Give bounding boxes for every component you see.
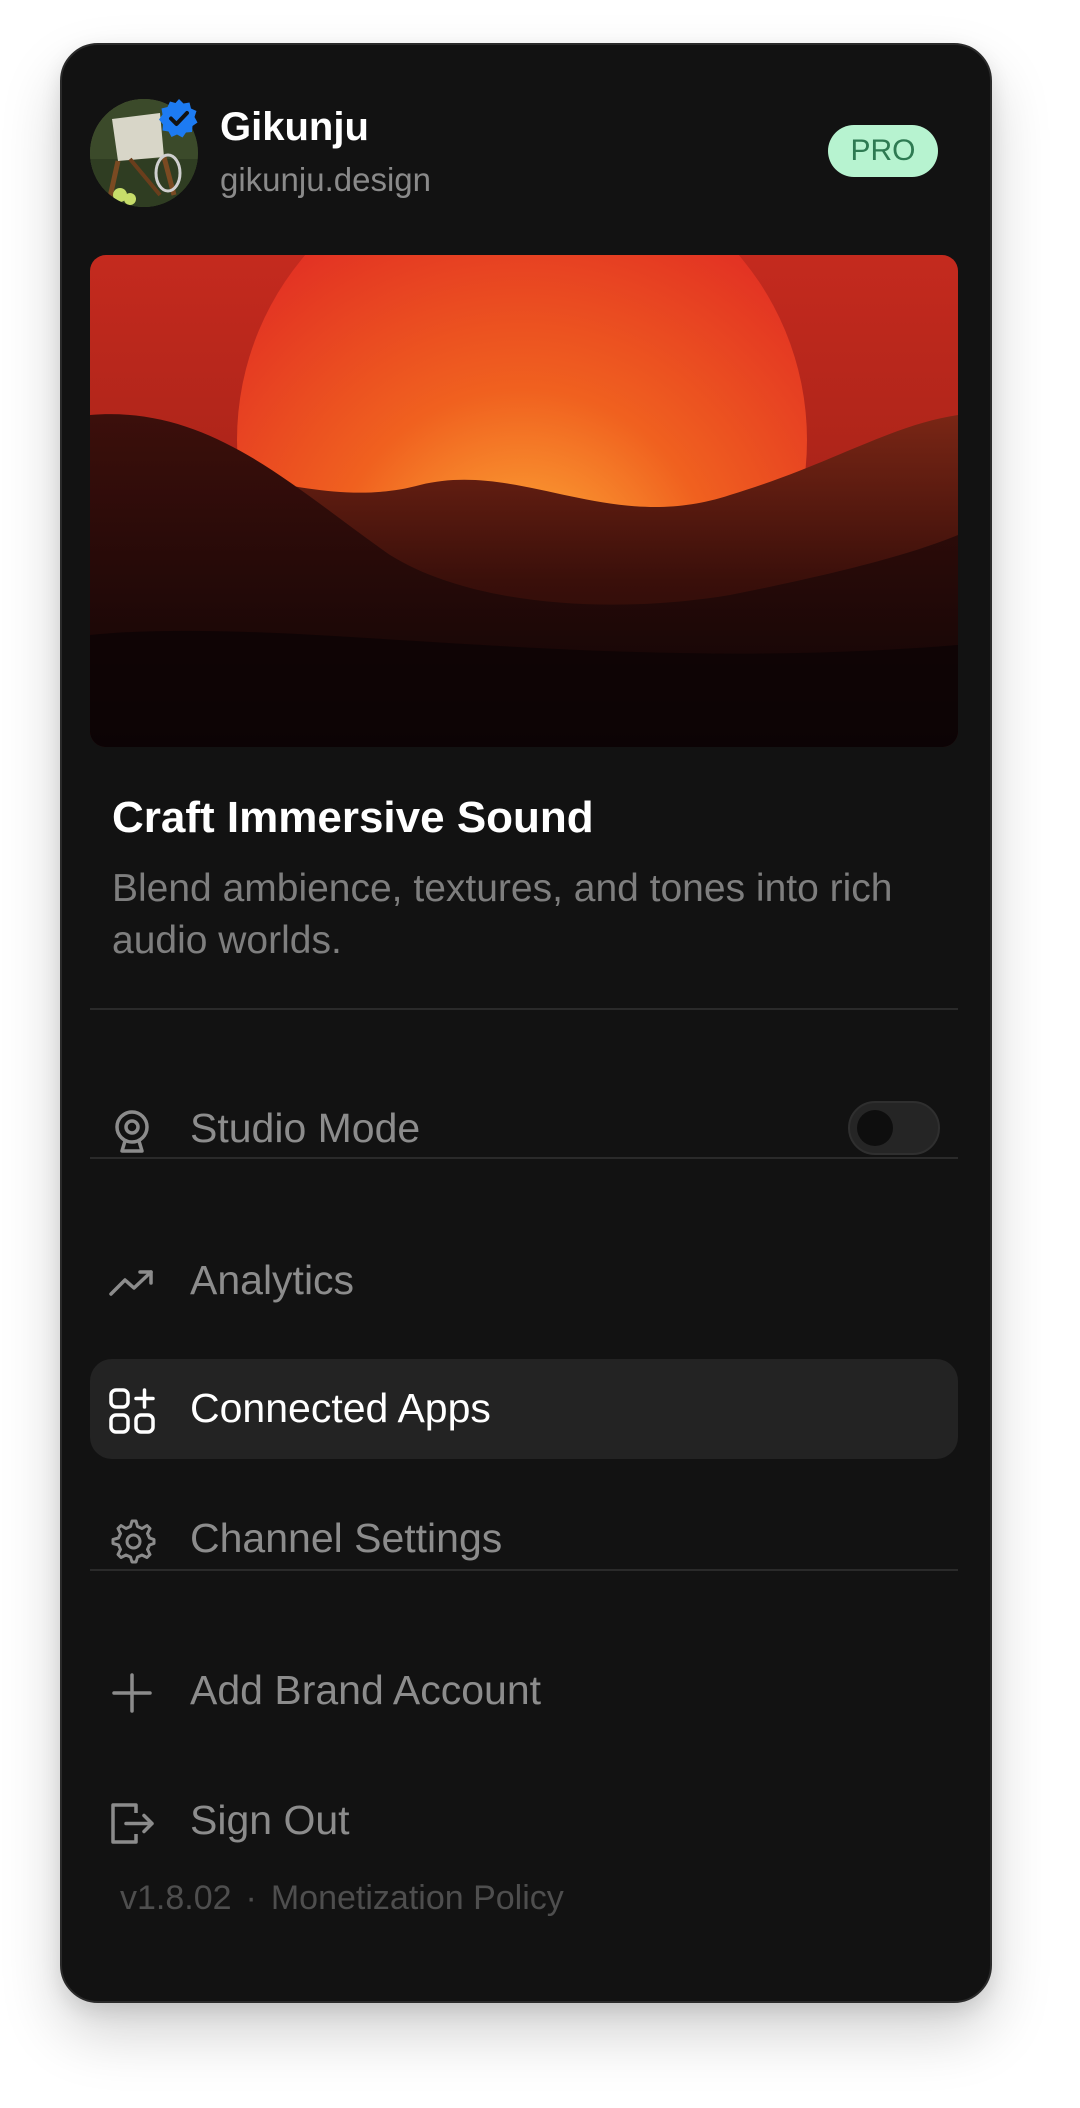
pro-badge: PRO xyxy=(828,125,938,177)
hero-description: Blend ambience, textures, and tones into… xyxy=(112,867,893,962)
plus-icon xyxy=(112,1673,152,1713)
divider xyxy=(90,1008,958,1010)
version-text: v1.8.02 xyxy=(120,1879,232,1917)
verified-check-icon xyxy=(159,99,198,138)
profile-header: Gikunju gikunju.design PRO xyxy=(90,99,962,209)
toggle-knob xyxy=(857,1110,893,1146)
menu-item-studio-mode[interactable]: Studio Mode xyxy=(90,1079,958,1179)
apps-add-icon xyxy=(109,1388,155,1434)
gear-icon xyxy=(111,1519,156,1564)
footer: v1.8.02 · Monetization Policy xyxy=(120,1879,564,1918)
menu-label-channel-settings: Channel Settings xyxy=(190,1515,503,1561)
sign-out-icon xyxy=(111,1803,154,1844)
menu-item-channel-settings[interactable]: Channel Settings xyxy=(90,1489,958,1589)
divider xyxy=(90,1569,958,1571)
menu-item-analytics[interactable]: Analytics xyxy=(90,1231,958,1331)
hero-title: Craft Immersive Sound xyxy=(112,793,594,842)
account-menu-card: Gikunju gikunju.design PRO Craft Immersi… xyxy=(60,43,992,2003)
menu-item-sign-out[interactable]: Sign Out xyxy=(90,1771,958,1871)
menu-label-add-brand-account: Add Brand Account xyxy=(190,1667,542,1713)
hero-image xyxy=(90,255,958,747)
menu-item-add-brand-account[interactable]: Add Brand Account xyxy=(90,1641,958,1741)
user-name: Gikunju xyxy=(220,105,369,149)
menu-item-connected-apps[interactable]: Connected Apps xyxy=(90,1359,958,1459)
monetization-policy-link[interactable]: Monetization Policy xyxy=(271,1879,564,1917)
studio-mode-toggle[interactable] xyxy=(848,1101,940,1155)
menu-label-sign-out: Sign Out xyxy=(190,1797,350,1843)
menu-label-connected-apps: Connected Apps xyxy=(190,1385,491,1431)
divider xyxy=(90,1157,958,1159)
trending-up-icon xyxy=(109,1270,153,1296)
user-handle: gikunju.design xyxy=(220,161,431,198)
menu-label-studio-mode: Studio Mode xyxy=(190,1105,421,1151)
webcam-icon xyxy=(115,1110,149,1153)
footer-separator: · xyxy=(245,1879,257,1917)
avatar-container[interactable] xyxy=(90,99,198,207)
menu-label-analytics: Analytics xyxy=(190,1257,355,1303)
